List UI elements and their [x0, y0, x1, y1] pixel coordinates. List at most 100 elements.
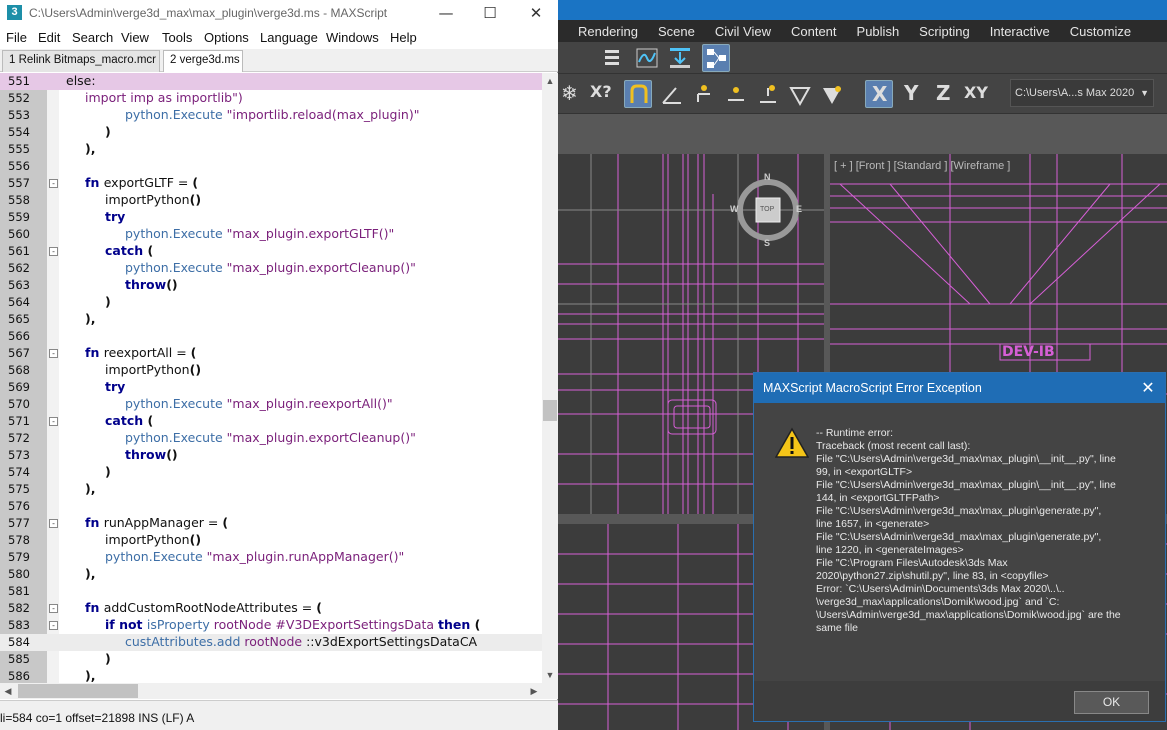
code-line[interactable]: 579 python.Execute "max_plugin.runAppMana…: [0, 549, 542, 566]
close-icon[interactable]: ✕: [514, 0, 558, 27]
fold-toggle-icon[interactable]: -: [49, 621, 58, 630]
fold-toggle-icon[interactable]: -: [49, 179, 58, 188]
code-line[interactable]: 562 python.Execute "max_plugin.exportClea…: [0, 260, 542, 277]
viewcube-top[interactable]: TOP: [760, 206, 774, 213]
angle-snap-icon[interactable]: [658, 80, 686, 108]
menu-item-language[interactable]: Language: [260, 30, 318, 45]
xform-icon[interactable]: X?: [588, 80, 616, 108]
snap-toggle-icon[interactable]: [624, 80, 652, 108]
code-line[interactable]: 585): [0, 651, 542, 668]
code-line[interactable]: 563 throw(): [0, 277, 542, 294]
max-menu-item-content[interactable]: Content: [791, 24, 837, 39]
code-line[interactable]: 560 python.Execute "max_plugin.exportGLTF…: [0, 226, 542, 243]
code-line[interactable]: 576: [0, 498, 542, 515]
code-line[interactable]: 551 else:: [0, 73, 542, 90]
code-line[interactable]: 573 throw(): [0, 447, 542, 464]
project-path-dropdown[interactable]: C:\Users\A...s Max 2020 ▼: [1010, 79, 1154, 107]
minimize-icon[interactable]: —: [424, 0, 468, 27]
maximize-icon[interactable]: ☐: [468, 0, 512, 27]
menu-item-view[interactable]: View: [121, 30, 149, 45]
percent-snap-icon[interactable]: [690, 80, 718, 108]
edit-named-sel-icon[interactable]: [754, 80, 782, 108]
line-number: 585: [8, 652, 30, 666]
fold-toggle-icon[interactable]: -: [49, 519, 58, 528]
code-line[interactable]: 559 try: [0, 209, 542, 226]
code-line[interactable]: 565),: [0, 311, 542, 328]
code-line[interactable]: 557 - fn exportGLTF = (: [0, 175, 542, 192]
fold-toggle-icon[interactable]: -: [49, 247, 58, 256]
dialog-titlebar[interactable]: MAXScript MacroScript Error Exception ✕: [754, 373, 1165, 403]
dope-sheet-icon[interactable]: [666, 44, 694, 72]
schematic-view-icon[interactable]: [702, 44, 730, 72]
fold-toggle-icon[interactable]: -: [49, 417, 58, 426]
code-line[interactable]: 582 - fn addCustomRootNodeAttributes = (: [0, 600, 542, 617]
code-line[interactable]: 577 - fn runAppManager = (: [0, 515, 542, 532]
code-line[interactable]: 554): [0, 124, 542, 141]
code-line[interactable]: 568 importPython(): [0, 362, 542, 379]
menu-item-edit[interactable]: Edit: [38, 30, 60, 45]
code-line[interactable]: 580),: [0, 566, 542, 583]
scroll-down-icon[interactable]: ▼: [542, 667, 558, 683]
code-line[interactable]: 581: [0, 583, 542, 600]
menu-item-search[interactable]: Search: [72, 30, 113, 45]
axis-x-button[interactable]: X: [865, 80, 893, 108]
mirror-icon[interactable]: [786, 80, 814, 108]
align-icon[interactable]: [818, 80, 846, 108]
layer-explorer-icon[interactable]: [598, 44, 626, 72]
code-line[interactable]: 569 try: [0, 379, 542, 396]
code-line[interactable]: 553 python.Execute "importlib.reload(max_…: [0, 107, 542, 124]
code-line[interactable]: 561 - catch (: [0, 243, 542, 260]
scroll-right-icon[interactable]: ▶: [526, 683, 542, 699]
code-editor[interactable]: 551 else: 552 import imp as importlib") 553 p…: [0, 73, 542, 683]
max-menu-item-publish[interactable]: Publish: [857, 24, 900, 39]
scroll-up-icon[interactable]: ▲: [542, 73, 558, 89]
code-line[interactable]: 556: [0, 158, 542, 175]
ok-button[interactable]: OK: [1074, 691, 1149, 714]
max-menu-item-rendering[interactable]: Rendering: [578, 24, 638, 39]
code-line[interactable]: 584 custAttributes.add rootNode ::v3dExpo…: [0, 634, 542, 651]
code-line[interactable]: 575),: [0, 481, 542, 498]
code-line[interactable]: 583 - if not isProperty rootNode #V3DExpor…: [0, 617, 542, 634]
code-line[interactable]: 574): [0, 464, 542, 481]
menu-item-file[interactable]: File: [6, 30, 27, 45]
code-line[interactable]: 572 python.Execute "max_plugin.exportClea…: [0, 430, 542, 447]
tab-relink-bitmaps[interactable]: 1 Relink Bitmaps_macro.mcr: [2, 50, 160, 72]
max-menu-item-customize[interactable]: Customize: [1070, 24, 1131, 39]
menu-item-tools[interactable]: Tools: [162, 30, 192, 45]
tab-verge3d-ms[interactable]: 2 verge3d.ms: [163, 50, 243, 72]
code-line[interactable]: 552 import imp as importlib"): [0, 90, 542, 107]
dialog-close-icon[interactable]: ✕: [1135, 373, 1161, 403]
fold-toggle-icon[interactable]: -: [49, 604, 58, 613]
axis-xy-button[interactable]: XY: [962, 80, 990, 108]
code-line[interactable]: 566: [0, 328, 542, 345]
code-line[interactable]: 586),: [0, 668, 542, 683]
vertical-scroll-thumb[interactable]: [543, 400, 557, 421]
max-menu-item-scene[interactable]: Scene: [658, 24, 695, 39]
max-menu-item-civil-view[interactable]: Civil View: [715, 24, 771, 39]
editor-titlebar[interactable]: 3 C:\Users\Admin\verge3d_max\max_plugin\…: [0, 0, 558, 27]
axis-z-button[interactable]: Z: [930, 80, 958, 108]
code-line[interactable]: 578 importPython(): [0, 532, 542, 549]
horizontal-scrollbar[interactable]: ◀ ▶: [0, 683, 542, 699]
max-menu-item-interactive[interactable]: Interactive: [990, 24, 1050, 39]
menu-item-help[interactable]: Help: [390, 30, 417, 45]
viewport-front-label[interactable]: [ + ] [Front ] [Standard ] [Wireframe ]: [834, 160, 1010, 172]
spinner-snap-icon[interactable]: [722, 80, 750, 108]
snowflake-icon[interactable]: ❄: [558, 80, 586, 108]
code-line[interactable]: 558 importPython(): [0, 192, 542, 209]
code-line[interactable]: 571 - catch (: [0, 413, 542, 430]
code-line[interactable]: 564): [0, 294, 542, 311]
horizontal-scroll-thumb[interactable]: [18, 684, 138, 698]
code-line[interactable]: 555),: [0, 141, 542, 158]
axis-y-button[interactable]: Y: [898, 80, 926, 108]
scroll-left-icon[interactable]: ◀: [0, 683, 16, 699]
code-text: importPython(): [105, 192, 201, 207]
code-line[interactable]: 570 python.Execute "max_plugin.reexportAl…: [0, 396, 542, 413]
fold-toggle-icon[interactable]: -: [49, 349, 58, 358]
code-line[interactable]: 567 - fn reexportAll = (: [0, 345, 542, 362]
menu-item-options[interactable]: Options: [204, 30, 249, 45]
menu-item-windows[interactable]: Windows: [326, 30, 379, 45]
curve-editor-icon[interactable]: [633, 44, 661, 72]
vertical-scrollbar[interactable]: ▲ ▼: [542, 73, 558, 683]
max-menu-item-scripting[interactable]: Scripting: [919, 24, 970, 39]
